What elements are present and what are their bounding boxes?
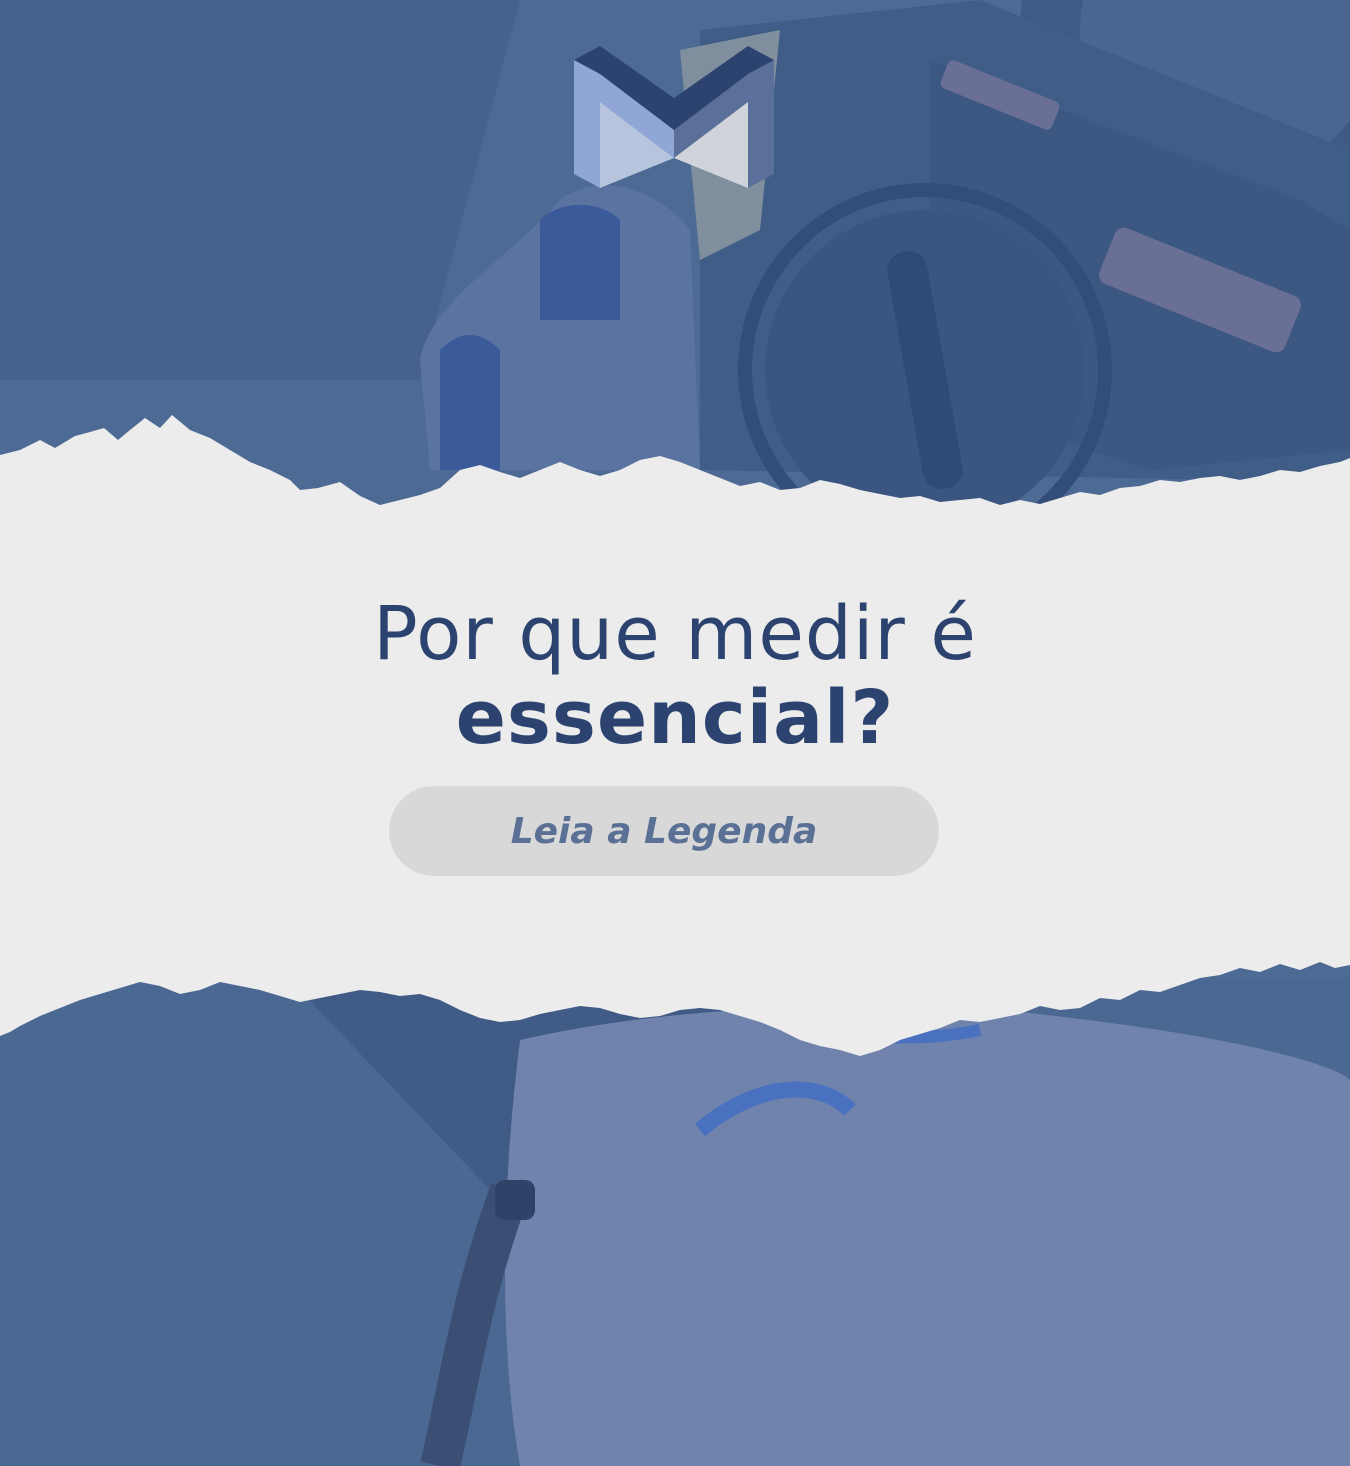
read-caption-button[interactable]: Leia a Legenda (389, 786, 939, 876)
headline-line2: essencial? (0, 676, 1350, 760)
headline-question-mark: ? (850, 675, 895, 761)
m-logo-icon (574, 46, 774, 188)
post-canvas: Por que medir é essencial? Leia a Legend… (0, 0, 1350, 1466)
headline: Por que medir é essencial? (0, 592, 1350, 760)
headline-line1: Por que medir é (373, 591, 977, 677)
headline-bold-word: essencial (455, 675, 851, 761)
